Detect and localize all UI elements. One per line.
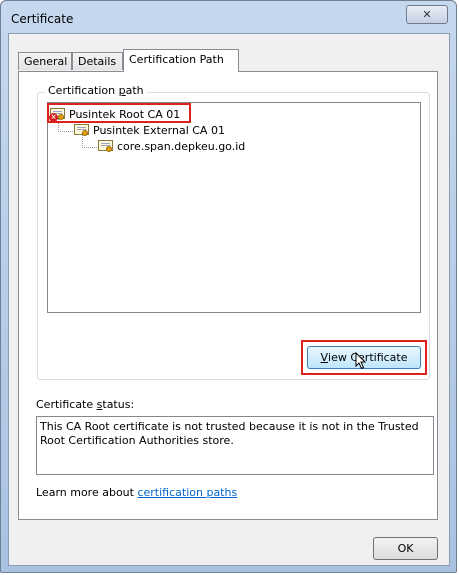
tree-node-label: Pusintek External CA 01 [93,123,225,137]
tab-general[interactable]: General [18,52,72,70]
certification-path-tree[interactable]: × Pusintek Root CA 01 Pusintek External … [47,102,421,313]
close-button[interactable]: ✕ [406,5,448,24]
tab-certification-path[interactable]: Certification Path [123,49,239,72]
title-bar[interactable]: Certificate ✕ [1,1,456,33]
certificate-icon [98,139,114,153]
tab-certification-path-label: Certification Path [129,53,224,66]
certification-path-group-label: Certification path [45,84,147,97]
ok-button[interactable]: OK [373,537,438,560]
tree-node-label: core.span.depkeu.go.id [117,139,246,153]
close-icon: ✕ [422,8,432,21]
tree-node-external-ca[interactable]: Pusintek External CA 01 [74,122,225,138]
certificate-status-label: Certificate status: [36,398,135,411]
learn-more-text: Learn more about certification paths [36,486,238,499]
certificate-icon [74,123,90,137]
tree-node-end-entity[interactable]: core.span.depkeu.go.id [98,138,245,154]
certificate-status-text: This CA Root certificate is not trusted … [40,420,419,447]
dialog-title: Certificate [11,12,74,26]
tab-details[interactable]: Details [72,52,123,70]
dialog-client-area: General Details Certification Path Certi… [8,33,450,566]
mouse-cursor-icon [355,352,367,370]
root-ca-highlight [47,103,191,123]
certificate-dialog: Certificate ✕ General Details Certificat… [0,0,457,573]
tab-details-label: Details [78,55,117,68]
tab-general-label: General [24,55,68,68]
certificate-status-box[interactable]: This CA Root certificate is not trusted … [36,416,434,475]
certification-path-panel: Certification path × Pusintek Root CA 01 [18,71,438,520]
certification-paths-link[interactable]: certification paths [137,486,237,499]
